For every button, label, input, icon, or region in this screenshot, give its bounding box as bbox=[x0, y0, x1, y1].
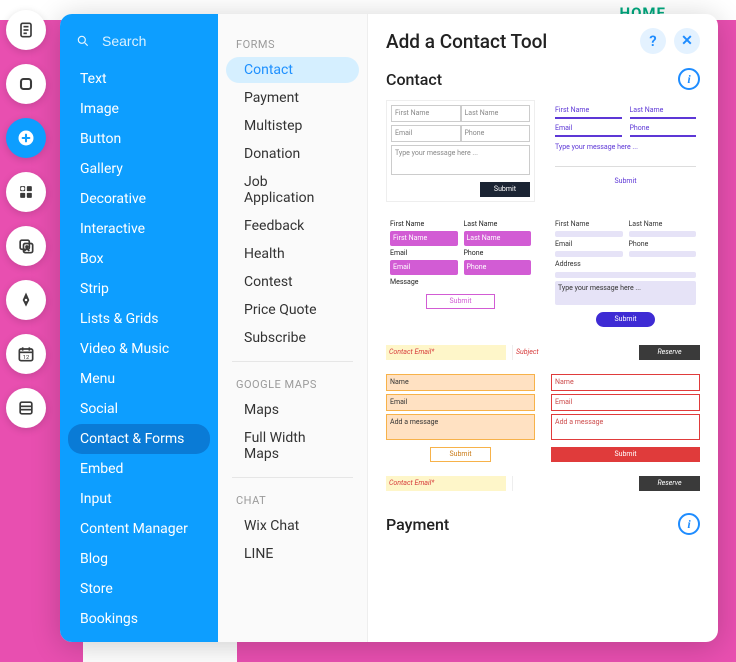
pen-icon[interactable] bbox=[6, 280, 46, 320]
panel-title: Add a Contact Tool bbox=[386, 30, 547, 53]
apps-icon[interactable] bbox=[6, 172, 46, 212]
info-icon[interactable]: i bbox=[678, 68, 700, 90]
left-icon-rail: 12 bbox=[6, 10, 50, 428]
calendar-icon[interactable]: 12 bbox=[6, 334, 46, 374]
sub-item-maps[interactable]: Maps bbox=[226, 397, 359, 423]
close-button[interactable]: ✕ bbox=[674, 28, 700, 54]
media-icon[interactable] bbox=[6, 226, 46, 266]
category-lists-grids[interactable]: Lists & Grids bbox=[68, 304, 210, 334]
subcategory-list: FORMSContactPaymentMultistepDonationJob … bbox=[218, 14, 368, 642]
category-embed[interactable]: Embed bbox=[68, 454, 210, 484]
svg-text:12: 12 bbox=[23, 355, 30, 361]
category-blog[interactable]: Blog bbox=[68, 544, 210, 574]
sub-item-health[interactable]: Health bbox=[226, 241, 359, 267]
sub-item-wix-chat[interactable]: Wix Chat bbox=[226, 513, 359, 539]
category-content-manager[interactable]: Content Manager bbox=[68, 514, 210, 544]
sub-item-payment[interactable]: Payment bbox=[226, 85, 359, 111]
section-title-contact: Contact bbox=[386, 70, 442, 89]
add-panel: TextImageButtonGalleryDecorativeInteract… bbox=[60, 14, 718, 642]
sub-item-contact[interactable]: Contact bbox=[226, 57, 359, 83]
sub-item-contest[interactable]: Contest bbox=[226, 269, 359, 295]
category-strip[interactable]: Strip bbox=[68, 274, 210, 304]
sub-item-line[interactable]: LINE bbox=[226, 541, 359, 567]
contact-template-6[interactable]: Name Email Add a message Submit bbox=[386, 374, 535, 462]
contact-template-7[interactable]: Name Email Add a message Submit bbox=[551, 374, 700, 462]
sub-item-multistep[interactable]: Multistep bbox=[226, 113, 359, 139]
add-icon[interactable] bbox=[6, 118, 46, 158]
category-video-music[interactable]: Video & Music bbox=[68, 334, 210, 364]
contact-template-5[interactable]: Contact Email* Subject Reserve bbox=[386, 345, 700, 360]
category-decorative[interactable]: Decorative bbox=[68, 184, 210, 214]
category-gallery[interactable]: Gallery bbox=[68, 154, 210, 184]
cms-icon[interactable] bbox=[6, 388, 46, 428]
search-input[interactable] bbox=[100, 32, 204, 50]
contact-template-4[interactable]: First Name Last Name Email Phone Address… bbox=[551, 216, 700, 331]
sub-item-donation[interactable]: Donation bbox=[226, 141, 359, 167]
contact-template-8[interactable]: Contact Email* Reserve bbox=[386, 476, 700, 491]
sub-item-job-application[interactable]: Job Application bbox=[226, 169, 359, 211]
sub-heading: FORMS bbox=[218, 32, 367, 57]
section-icon[interactable] bbox=[6, 64, 46, 104]
category-interactive[interactable]: Interactive bbox=[68, 214, 210, 244]
category-image[interactable]: Image bbox=[68, 94, 210, 124]
help-button[interactable]: ? bbox=[640, 28, 666, 54]
category-input[interactable]: Input bbox=[68, 484, 210, 514]
category-contact-forms[interactable]: Contact & Forms bbox=[68, 424, 210, 454]
category-bookings[interactable]: Bookings bbox=[68, 604, 210, 634]
search-icon bbox=[76, 34, 90, 48]
tool-gallery: Add a Contact Tool ? ✕ Contact i First N… bbox=[368, 14, 718, 642]
contact-template-2[interactable]: First NameLast Name EmailPhone Type your… bbox=[551, 100, 700, 202]
contact-template-1[interactable]: First NameLast Name EmailPhone Type your… bbox=[386, 100, 535, 202]
category-store[interactable]: Store bbox=[68, 574, 210, 604]
info-icon[interactable]: i bbox=[678, 513, 700, 535]
sub-item-full-width-maps[interactable]: Full Width Maps bbox=[226, 425, 359, 467]
category-menu[interactable]: Menu bbox=[68, 364, 210, 394]
sub-item-subscribe[interactable]: Subscribe bbox=[226, 325, 359, 351]
category-events[interactable]: Events bbox=[68, 634, 210, 642]
page-icon[interactable] bbox=[6, 10, 46, 50]
section-title-payment: Payment bbox=[386, 515, 449, 534]
category-box[interactable]: Box bbox=[68, 244, 210, 274]
category-social[interactable]: Social bbox=[68, 394, 210, 424]
sub-heading: GOOGLE MAPS bbox=[218, 372, 367, 397]
search-row bbox=[68, 28, 210, 62]
category-list: TextImageButtonGalleryDecorativeInteract… bbox=[60, 14, 218, 642]
contact-template-3[interactable]: First NameFirst Name Last NameLast Name … bbox=[386, 216, 535, 331]
category-text[interactable]: Text bbox=[68, 64, 210, 94]
sub-heading: CHAT bbox=[218, 488, 367, 513]
sub-item-price-quote[interactable]: Price Quote bbox=[226, 297, 359, 323]
category-button[interactable]: Button bbox=[68, 124, 210, 154]
sub-item-feedback[interactable]: Feedback bbox=[226, 213, 359, 239]
